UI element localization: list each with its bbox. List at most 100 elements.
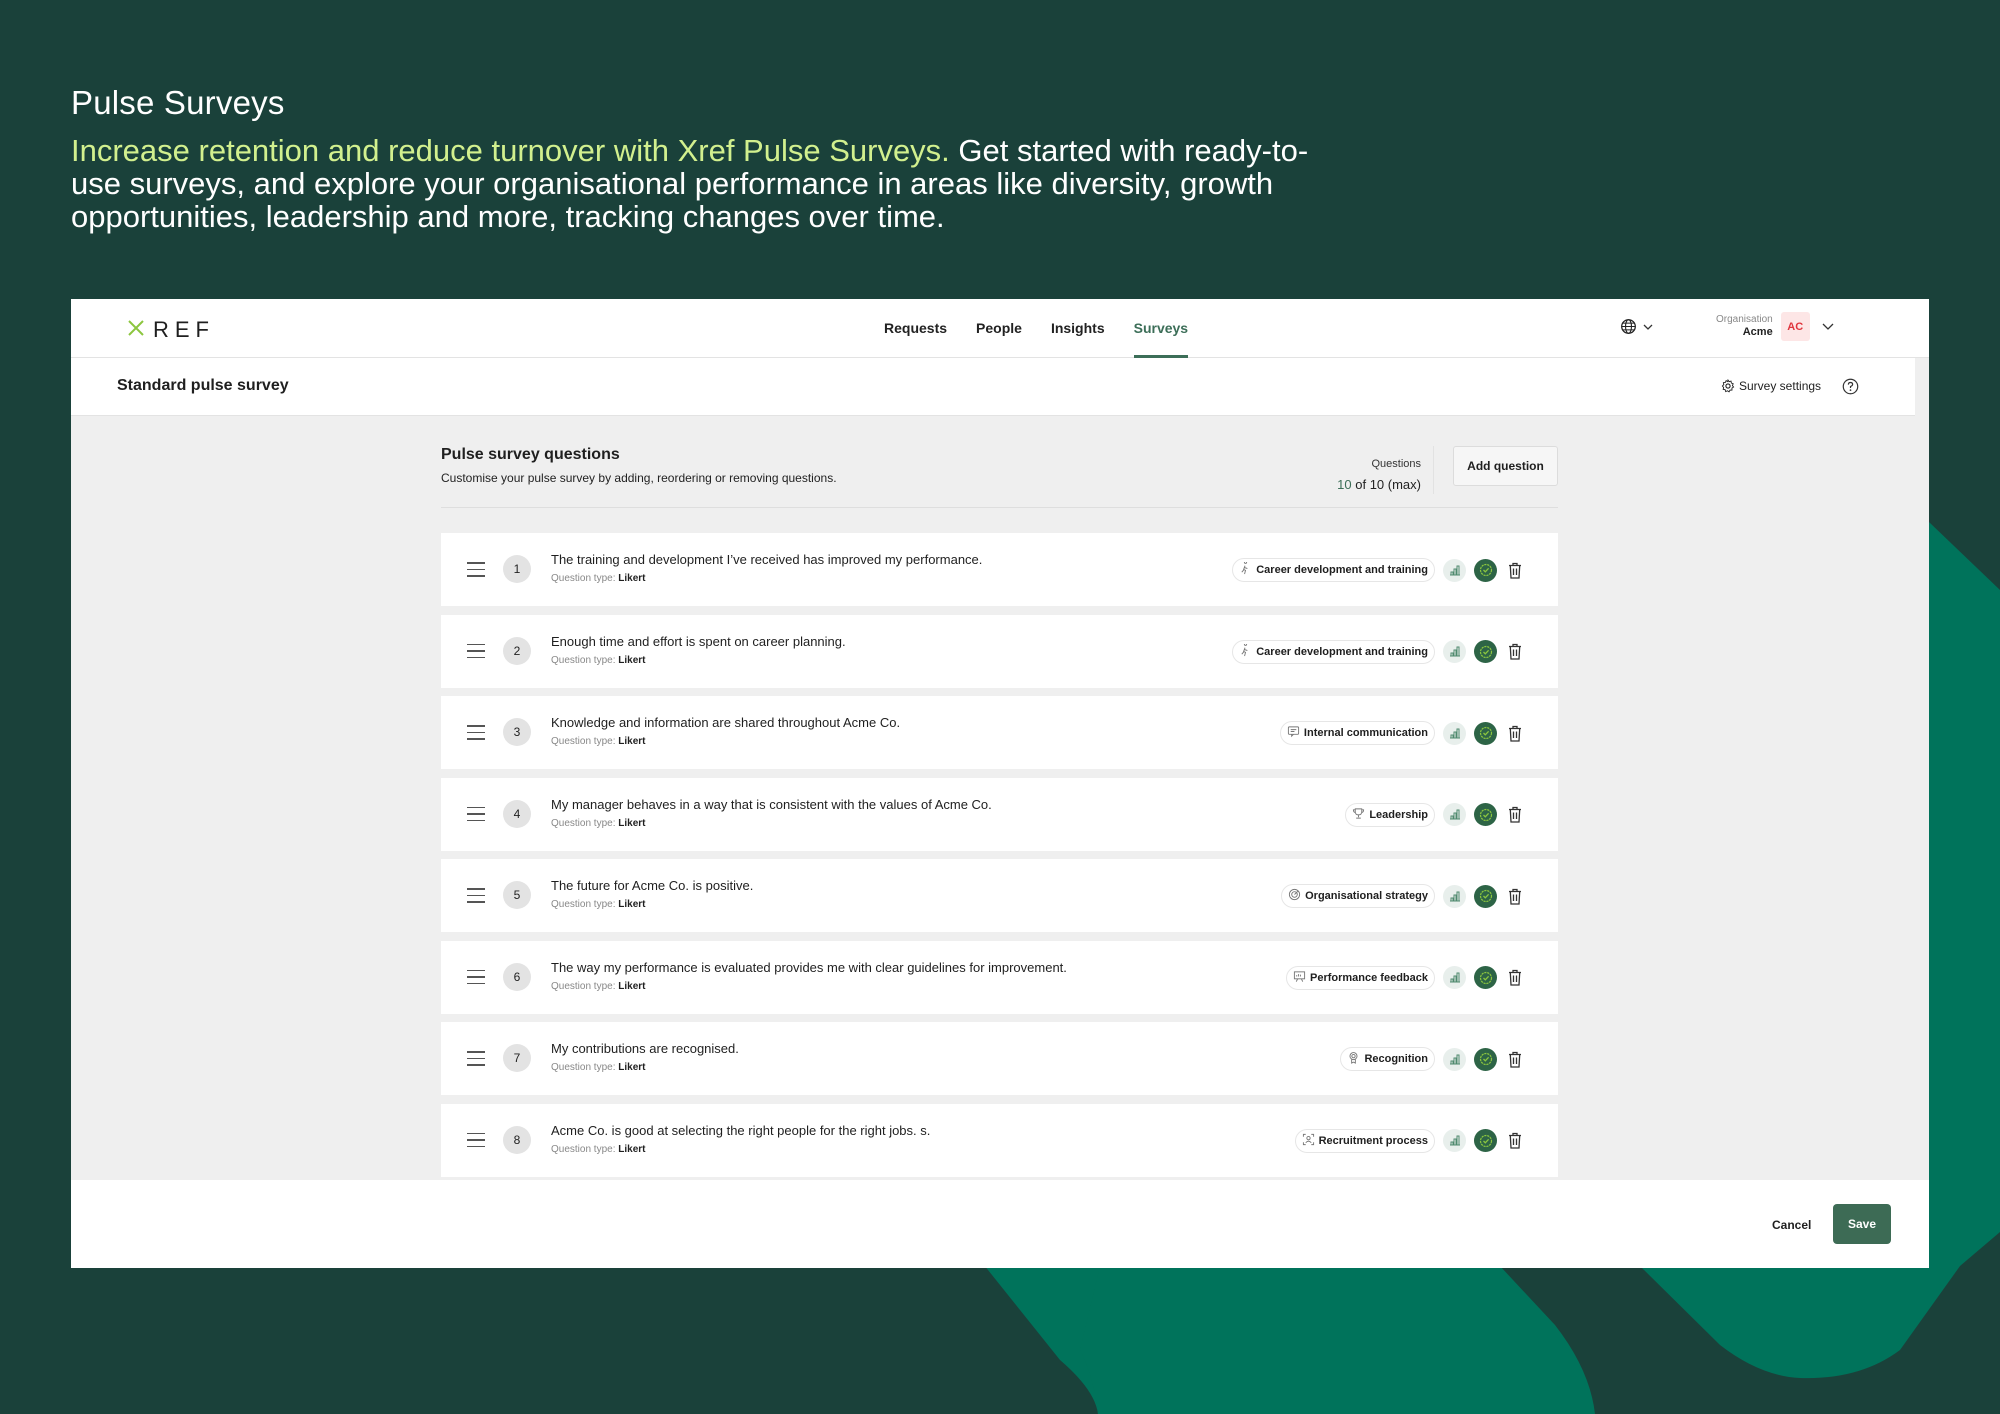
category-icon [1302, 1133, 1315, 1149]
enabled-toggle[interactable] [1474, 803, 1497, 826]
question-type-label: Question type: [551, 573, 616, 584]
category-icon [1293, 970, 1306, 986]
question-row: 4 My manager behaves in a way that is co… [441, 777, 1558, 851]
hero-description: Increase retention and reduce turnover w… [71, 134, 1311, 233]
category-tag: Performance feedback [1286, 965, 1435, 990]
drag-handle-icon[interactable] [467, 1051, 485, 1071]
verified-badge-icon [1479, 889, 1492, 903]
nav-people[interactable]: People [976, 299, 1022, 358]
drag-handle-icon[interactable] [467, 806, 485, 827]
xref-logo[interactable]: REF [127, 317, 215, 343]
logo-text: REF [153, 317, 215, 342]
figure-icon [1241, 642, 1248, 656]
nav-insights[interactable]: Insights [1051, 299, 1105, 358]
drag-handle-icon[interactable] [467, 643, 485, 664]
question-number: 1 [503, 555, 531, 583]
globe-icon [1621, 319, 1636, 334]
save-button[interactable]: Save [1833, 1204, 1891, 1244]
organisation-name: Acme [1742, 326, 1773, 338]
language-selector[interactable] [1620, 318, 1653, 335]
question-count-current: 10 [1337, 477, 1352, 492]
enabled-toggle[interactable] [1474, 640, 1497, 663]
hero: Pulse Surveys Increase retention and red… [71, 84, 1371, 233]
category-icon [1239, 560, 1252, 578]
question-text: The training and development I’ve receiv… [551, 552, 983, 567]
trash-icon [1509, 643, 1521, 660]
enabled-toggle[interactable] [1474, 721, 1497, 745]
question-type-label: Question type: [551, 817, 616, 829]
insights-button[interactable] [1443, 803, 1466, 826]
bg-shape-middle [1080, 1266, 1595, 1414]
drag-handle-icon[interactable] [467, 725, 485, 745]
category-label: Performance feedback [1310, 971, 1428, 984]
delete-question-button[interactable] [1506, 722, 1524, 744]
trash-icon [1509, 888, 1521, 905]
question-number: 8 [503, 1125, 531, 1154]
delete-question-button[interactable] [1506, 967, 1524, 989]
bar-chart-icon [1449, 646, 1460, 657]
insights-button[interactable] [1443, 721, 1466, 745]
category-icon [1352, 807, 1365, 823]
insights-button[interactable] [1443, 1129, 1466, 1152]
drag-handle-icon[interactable] [467, 562, 485, 582]
insights-button[interactable] [1443, 640, 1466, 663]
figure-icon [1241, 560, 1248, 575]
verified-badge-icon [1479, 563, 1492, 577]
drag-handle-icon[interactable] [467, 888, 485, 908]
insights-button[interactable] [1443, 558, 1466, 582]
page-title: Standard pulse survey [117, 377, 289, 394]
question-text: The way my performance is evaluated prov… [551, 959, 1067, 975]
delete-question-button[interactable] [1506, 559, 1524, 581]
delete-question-button[interactable] [1506, 804, 1524, 826]
insights-button[interactable] [1443, 884, 1466, 908]
presentation-icon [1293, 970, 1306, 982]
question-row: 7 My contributions are recognised. Quest… [441, 1022, 1558, 1095]
main-nav: Requests People Insights Surveys [884, 299, 1189, 358]
trophy-icon [1353, 807, 1365, 819]
question-row: 6 The way my performance is evaluated pr… [441, 940, 1558, 1014]
app-window: REF Requests People Insights Surveys Org… [71, 299, 1929, 1268]
add-question-button[interactable]: Add question [1453, 446, 1558, 486]
cancel-button[interactable]: Cancel [1762, 1206, 1821, 1244]
question-type-value: Likert [618, 736, 646, 747]
enabled-toggle[interactable] [1474, 884, 1497, 908]
insights-button[interactable] [1443, 966, 1466, 989]
help-icon[interactable] [1842, 378, 1859, 395]
insights-button[interactable] [1443, 1047, 1466, 1071]
drag-handle-icon[interactable] [467, 1132, 485, 1153]
question-number: 6 [503, 962, 531, 991]
category-label: Recognition [1364, 1053, 1428, 1065]
question-type-label: Question type: [551, 1143, 616, 1155]
verified-badge-icon [1479, 1052, 1492, 1066]
organisation-label: Organisation [1716, 314, 1773, 325]
enabled-toggle[interactable] [1474, 966, 1497, 989]
enabled-toggle[interactable] [1474, 1047, 1497, 1071]
question-row: 3 Knowledge and information are shared t… [441, 696, 1558, 769]
nav-surveys[interactable]: Surveys [1133, 299, 1189, 358]
nav-requests[interactable]: Requests [884, 299, 947, 358]
category-tag: Organisational strategy [1281, 884, 1435, 908]
drag-handle-icon[interactable] [467, 969, 485, 990]
delete-question-button[interactable] [1506, 641, 1524, 663]
survey-settings-button[interactable]: Survey settings [1721, 379, 1821, 393]
bar-chart-icon [1449, 972, 1460, 983]
delete-question-button[interactable] [1506, 1048, 1524, 1070]
delete-question-button[interactable] [1506, 1130, 1524, 1152]
category-tag: Internal communication [1279, 721, 1435, 745]
question-row: 8 Acme Co. is good at selecting the righ… [441, 1103, 1558, 1177]
bar-chart-icon [1449, 891, 1460, 901]
enabled-toggle[interactable] [1474, 558, 1497, 582]
question-count: Questions 10 of 10 (max) [1337, 458, 1421, 492]
chevron-down-icon[interactable] [1822, 323, 1834, 330]
trash-icon [1509, 969, 1521, 986]
category-icon [1287, 725, 1300, 741]
organisation-switcher[interactable]: Organisation Acme AC [1716, 312, 1834, 341]
enabled-toggle[interactable] [1474, 1129, 1497, 1152]
question-number: 5 [503, 881, 531, 909]
bar-chart-icon [1449, 1135, 1460, 1146]
question-type-value: Likert [618, 654, 646, 666]
bar-chart-icon [1449, 1054, 1460, 1064]
category-tag: Career development and training [1232, 558, 1435, 582]
delete-question-button[interactable] [1506, 885, 1524, 907]
question-text: Acme Co. is good at selecting the right … [551, 1122, 931, 1138]
